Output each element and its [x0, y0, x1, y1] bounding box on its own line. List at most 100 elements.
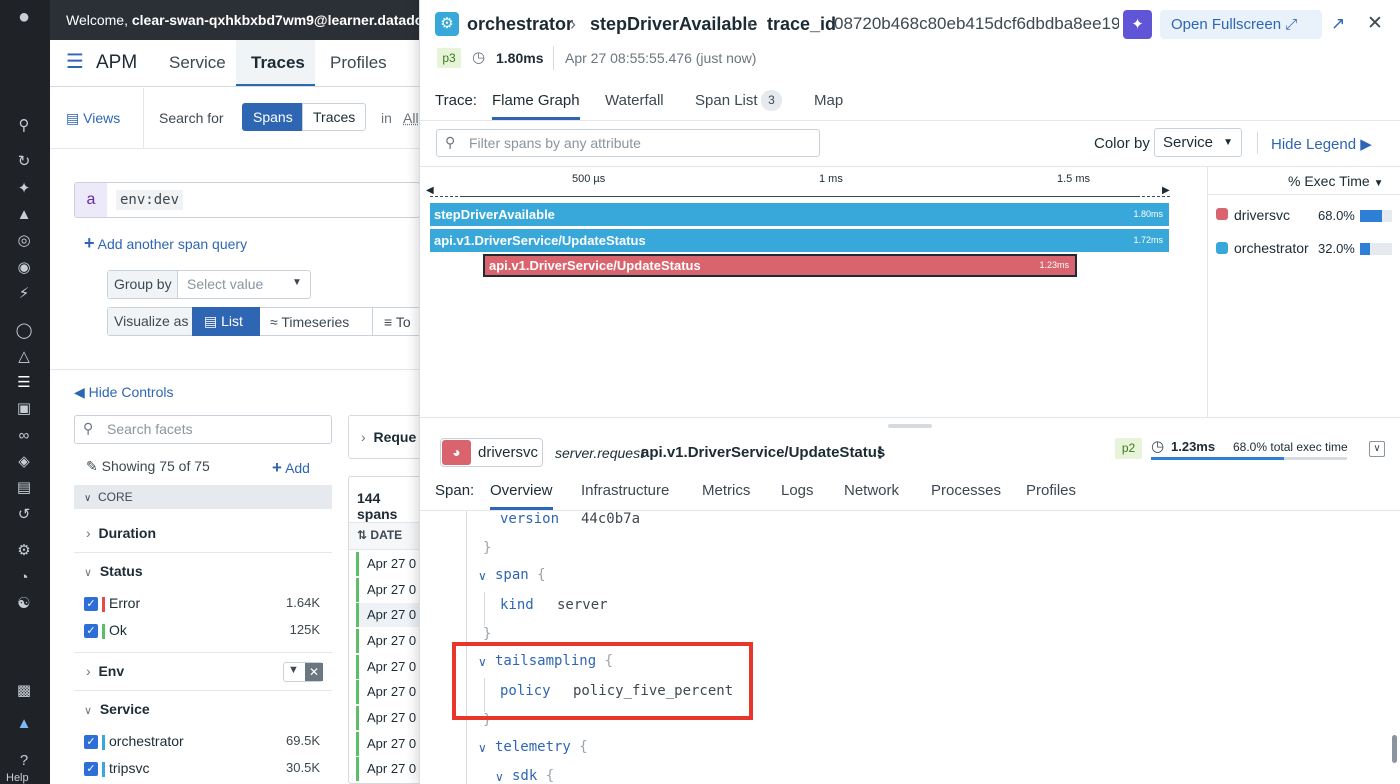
table-row[interactable]: Apr 27 0 — [356, 655, 420, 679]
tab-metrics[interactable]: Metrics — [702, 482, 750, 499]
flame-span-updatestatus-server[interactable]: api.v1.DriverService/UpdateStatus 1.23ms — [483, 254, 1077, 277]
attr-group[interactable]: telemetry { — [495, 739, 588, 755]
facet-duration[interactable]: › Duration — [74, 525, 332, 541]
watchdog-icon[interactable]: ◉ — [12, 257, 36, 279]
ci-icon[interactable]: ↺ — [12, 504, 36, 526]
color-by-select[interactable]: Service ▼ — [1154, 128, 1242, 157]
chevron-down-icon[interactable]: ∨ — [478, 569, 487, 583]
facet-status-error[interactable]: ✓ Error 1.64K — [74, 595, 332, 612]
checkbox[interactable]: ✓ — [84, 762, 98, 777]
checkbox[interactable]: ✓ — [84, 624, 98, 639]
tab-profiles[interactable]: Profiles — [1026, 482, 1076, 499]
flame-graph[interactable]: ◀ ▶ 500 µs 1 ms 1.5 ms stepDriverAvailab… — [426, 167, 1207, 417]
trace-operation[interactable]: stepDriverAvailable — [590, 14, 757, 35]
attr-group[interactable]: span { — [495, 567, 546, 583]
add-facet-button[interactable]: + Add — [272, 458, 310, 478]
facet-service-orchestrator[interactable]: ✓ orchestrator 69.5K — [74, 733, 332, 750]
tab-overview[interactable]: Overview — [490, 482, 553, 510]
help-icon[interactable]: ? — [12, 750, 36, 772]
span-service[interactable]: driversvc — [478, 444, 538, 461]
tab-traces[interactable]: Traces — [236, 40, 315, 87]
bits-ai-sparkle-icon[interactable]: ✦ — [1123, 10, 1152, 39]
tab-service[interactable]: Service — [169, 40, 226, 86]
index-selector[interactable]: All — [403, 110, 419, 126]
traces-toggle[interactable]: Traces — [302, 103, 367, 131]
table-row[interactable]: Apr 27 0 — [356, 603, 420, 627]
sparkle-icon[interactable]: ✦ — [12, 178, 36, 200]
tab-network[interactable]: Network — [844, 482, 899, 499]
tab-span-list[interactable]: Span List — [695, 92, 758, 109]
attr-value[interactable]: server — [557, 597, 608, 613]
external-link-icon[interactable]: ↗ — [1331, 14, 1345, 34]
viz-list-button[interactable]: ▤ List — [192, 307, 260, 336]
account-icon[interactable]: ▲ — [12, 713, 36, 735]
tab-logs[interactable]: Logs — [781, 482, 814, 499]
table-row[interactable]: Apr 27 0 — [356, 706, 420, 730]
flame-span-updatestatus-client[interactable]: api.v1.DriverService/UpdateStatus 1.72ms — [430, 229, 1169, 252]
hide-legend-button[interactable]: Hide Legend ▶ — [1271, 135, 1372, 153]
collapse-panel-icon[interactable]: ∨ — [1369, 441, 1385, 457]
tab-profiles[interactable]: Profiles — [330, 40, 387, 86]
datadog-logo-icon[interactable]: ● — [12, 6, 36, 28]
service-map-icon[interactable]: ◯ — [12, 320, 36, 342]
resize-handle[interactable] — [888, 424, 932, 428]
table-row[interactable]: Apr 27 0 — [356, 629, 420, 653]
attr-value[interactable]: 44c0b7a — [581, 511, 640, 527]
tab-infrastructure[interactable]: Infrastructure — [581, 482, 669, 499]
span-resource[interactable]: api.v1.DriverService/UpdateStatus — [641, 444, 885, 461]
integrations-icon[interactable]: ▩ — [12, 680, 36, 702]
apm-icon[interactable]: ☰ — [12, 372, 36, 394]
facet-status-ok[interactable]: ✓ Ok 125K — [74, 622, 332, 639]
monitor-icon[interactable]: ◎ — [12, 230, 36, 252]
request-section[interactable]: › Reque — [348, 415, 420, 459]
viz-top-list-button[interactable]: ≡ To — [384, 314, 411, 330]
infrastructure-icon[interactable]: △ — [12, 346, 36, 368]
logs-icon[interactable]: ▤ — [12, 477, 36, 499]
table-row[interactable]: Apr 27 0 — [356, 680, 420, 704]
checkbox[interactable]: ✓ — [84, 735, 98, 750]
attr-group[interactable]: sdk { — [512, 768, 554, 784]
search-icon[interactable]: ⚲ — [12, 115, 36, 137]
security-icon[interactable]: ◈ — [12, 451, 36, 473]
trace-id-value[interactable]: 08720b468c80eb415dcf6dbdba8ee191 — [834, 14, 1119, 34]
group-by-select[interactable]: Select value — [187, 276, 263, 292]
history-icon[interactable]: ↻ — [12, 151, 36, 173]
table-row[interactable]: Apr 27 0 — [356, 552, 420, 576]
chevron-down-icon[interactable]: ∨ — [495, 770, 504, 784]
rum-icon[interactable]: ▣ — [12, 398, 36, 420]
bug-icon[interactable]: ⚙ — [12, 540, 36, 562]
exec-time-header[interactable]: % Exec Time ▼ — [1288, 173, 1384, 189]
synthetics-icon[interactable]: ∞ — [12, 425, 36, 447]
viz-timeseries-button[interactable]: ≈ Timeseries — [270, 314, 349, 330]
tab-waterfall[interactable]: Waterfall — [605, 92, 664, 109]
close-icon[interactable]: ✕ — [305, 663, 323, 681]
facet-service-tripsvc[interactable]: ✓ tripsvc 30.5K — [74, 760, 332, 777]
close-icon[interactable]: ✕ — [1367, 12, 1383, 35]
dashboard-icon[interactable]: ▲ — [12, 204, 36, 226]
bolt-icon[interactable]: ⚡ — [12, 283, 36, 305]
core-section[interactable]: ∨ CORE — [74, 485, 332, 509]
add-query-button[interactable]: + Add another span query — [84, 233, 247, 254]
facet-search-input[interactable]: Search facets — [107, 421, 193, 437]
table-row[interactable]: Apr 27 0 — [356, 732, 420, 756]
spans-toggle[interactable]: Spans — [242, 103, 304, 131]
table-row[interactable]: Apr 27 0 — [356, 578, 420, 602]
span-filter-input[interactable]: Filter spans by any attribute — [469, 135, 641, 151]
tab-flame-graph[interactable]: Flame Graph — [492, 92, 580, 120]
notebook-icon[interactable]: ☯ — [12, 593, 36, 615]
views-button[interactable]: ▤ Views — [66, 110, 120, 127]
table-row[interactable]: Apr 27 0 — [356, 757, 420, 781]
facet-status[interactable]: ∨ Status — [74, 563, 332, 579]
trace-service[interactable]: orchestrator — [467, 14, 573, 35]
date-column-header[interactable]: ⇅ DATE — [357, 528, 402, 542]
tab-processes[interactable]: Processes — [931, 482, 1001, 499]
more-options-icon[interactable]: ⋮ — [872, 443, 888, 463]
chevron-down-icon[interactable]: ∨ — [478, 741, 487, 755]
flame-span-stepdriveravailable[interactable]: stepDriverAvailable 1.80ms — [430, 203, 1169, 226]
checkbox[interactable]: ✓ — [84, 597, 98, 612]
tab-map[interactable]: Map — [814, 92, 843, 109]
query-input[interactable]: env:dev — [116, 190, 184, 210]
gauge-icon[interactable]: ◔ — [12, 567, 36, 589]
open-fullscreen-button[interactable]: Open Fullscreen ⤢ — [1160, 10, 1322, 39]
hide-controls-button[interactable]: ◀ Hide Controls — [74, 384, 174, 401]
